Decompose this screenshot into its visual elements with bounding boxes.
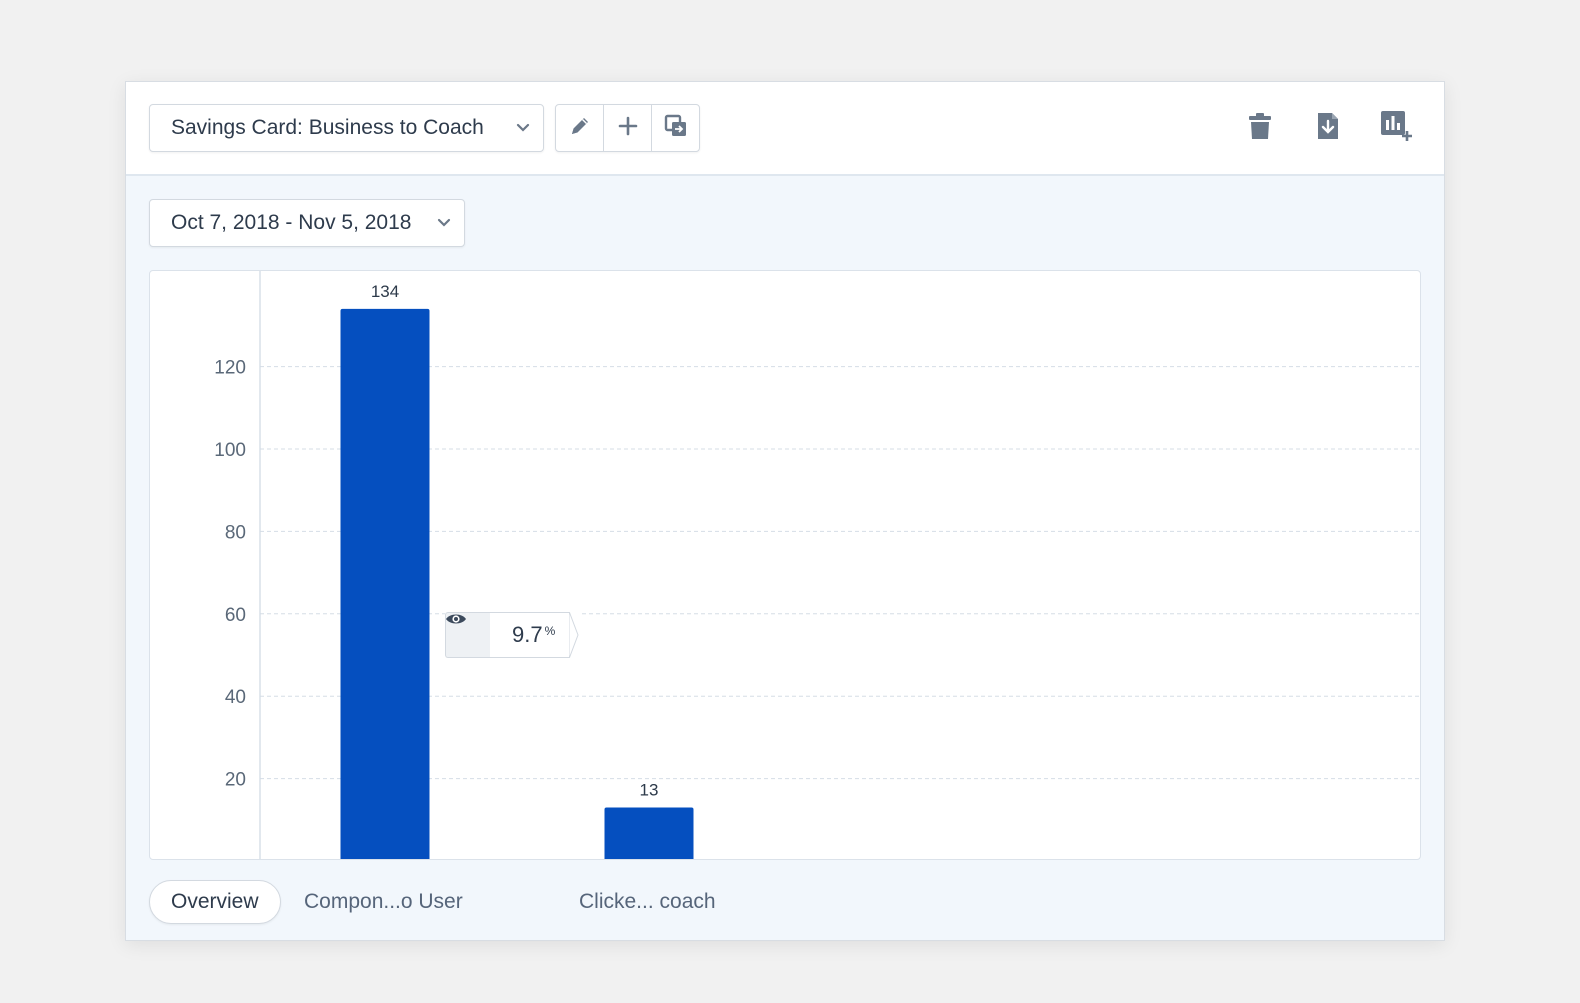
y-tick-label: 100 bbox=[214, 440, 246, 461]
tab-overview[interactable]: Overview bbox=[149, 880, 281, 924]
funnel-chart: 20 40 60 80 100 120 134 13 9.7% bbox=[149, 270, 1421, 860]
tab-step-2[interactable]: Clicke... coach bbox=[579, 880, 716, 924]
conversion-rate-number: 9.7 bbox=[512, 622, 543, 647]
edit-button[interactable] bbox=[556, 105, 604, 151]
eye-icon bbox=[445, 612, 490, 658]
copy-icon bbox=[663, 113, 689, 144]
tab-step-2-label: Clicke... coach bbox=[579, 890, 716, 913]
tab-overview-label: Overview bbox=[171, 890, 259, 913]
y-tick-label: 20 bbox=[225, 770, 246, 791]
funnel-report-card: Savings Card: Business to Coach Oct 7, 2… bbox=[125, 81, 1445, 941]
chevron-down-icon bbox=[503, 123, 543, 133]
delete-button[interactable] bbox=[1244, 110, 1276, 146]
conversion-rate-value: 9.7% bbox=[490, 612, 570, 658]
duplicate-button[interactable] bbox=[652, 105, 699, 151]
date-range-value: Oct 7, 2018 - Nov 5, 2018 bbox=[171, 211, 412, 234]
date-range-select[interactable]: Oct 7, 2018 - Nov 5, 2018 bbox=[149, 199, 465, 247]
export-button[interactable] bbox=[1312, 110, 1344, 146]
bar-value-label: 13 bbox=[640, 780, 659, 799]
bar-value-label: 134 bbox=[371, 282, 399, 301]
add-to-dashboard-button[interactable] bbox=[1380, 110, 1412, 146]
y-tick-label: 40 bbox=[225, 687, 246, 708]
report-header: Savings Card: Business to Coach bbox=[126, 82, 1444, 176]
tab-step-1[interactable]: Compon...o User bbox=[304, 880, 463, 924]
report-toolbar bbox=[555, 104, 700, 152]
pencil-icon bbox=[568, 114, 592, 143]
funnel-step-tabs: Overview Compon...o User Clicke... coach bbox=[149, 880, 1421, 926]
badge-arrow bbox=[569, 612, 579, 658]
chart-plus-icon bbox=[1380, 110, 1412, 147]
trash-icon bbox=[1248, 112, 1272, 145]
funnel-chart-svg: 20 40 60 80 100 120 134 13 bbox=[214, 271, 1420, 860]
report-select[interactable]: Savings Card: Business to Coach bbox=[149, 104, 544, 152]
bar[interactable] bbox=[340, 308, 430, 860]
y-tick-label: 120 bbox=[214, 358, 246, 379]
report-select-value: Savings Card: Business to Coach bbox=[171, 116, 484, 139]
chevron-down-icon bbox=[424, 218, 464, 228]
conversion-rate-unit: % bbox=[544, 624, 556, 638]
tab-step-1-label: Compon...o User bbox=[304, 890, 463, 913]
add-button[interactable] bbox=[604, 105, 652, 151]
report-actions bbox=[1244, 110, 1412, 146]
conversion-rate-badge[interactable]: 9.7% bbox=[445, 612, 580, 658]
plus-icon bbox=[618, 116, 638, 141]
y-tick-label: 60 bbox=[225, 605, 246, 626]
y-tick-label: 80 bbox=[225, 522, 246, 543]
bar[interactable] bbox=[604, 807, 694, 860]
download-file-icon bbox=[1316, 112, 1340, 145]
